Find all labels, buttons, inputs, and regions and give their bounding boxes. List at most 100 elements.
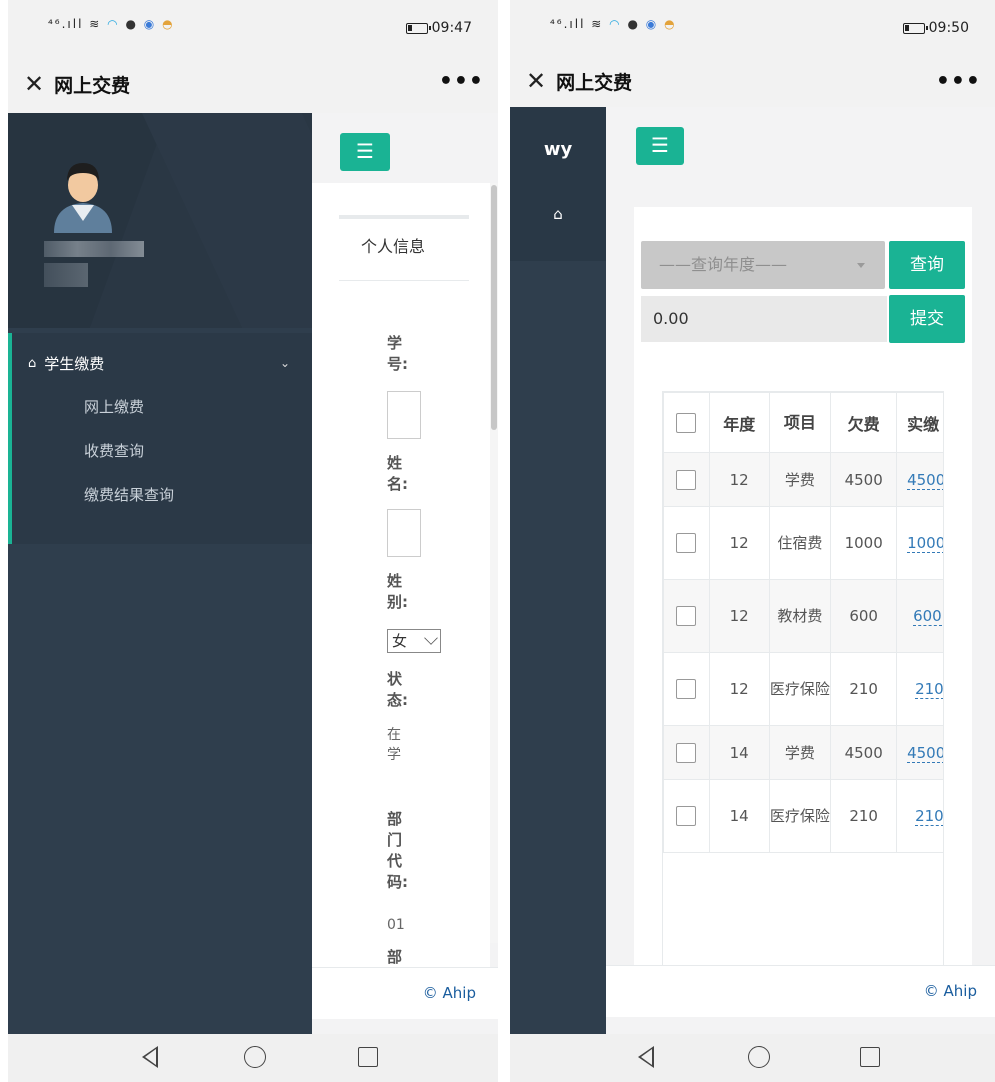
col-header-owed: 欠费 <box>830 392 898 453</box>
dept-code-value: 01 <box>387 917 405 933</box>
menu-icon: ☰ <box>356 139 374 163</box>
personal-info-card: 个人信息 学 号: 姓 名: 姓 别: 女 状 态: 在 学 部 门 代 码: … <box>339 215 469 995</box>
cell-owed: 600 <box>830 579 898 653</box>
avatar[interactable] <box>50 155 116 233</box>
system-nav-bar <box>510 1034 995 1082</box>
row-checkbox[interactable] <box>676 533 697 553</box>
cell-paid-editable[interactable]: 1000 <box>907 534 943 553</box>
cell-year: 14 <box>708 779 770 853</box>
row-checkbox[interactable] <box>676 742 697 763</box>
page-title: 网上交费 <box>556 71 633 94</box>
amount-field[interactable]: 0.00 <box>641 296 887 342</box>
cell-owed: 210 <box>830 652 898 726</box>
signal-icon: ⁴⁶.ıll <box>48 17 84 31</box>
row-checkbox[interactable] <box>676 806 697 826</box>
more-icon[interactable]: ••• <box>936 69 981 94</box>
app-icon-2: ◓ <box>664 17 677 31</box>
more-icon[interactable]: ••• <box>439 69 484 94</box>
menu-item-fee-query[interactable]: 收费查询 <box>12 429 312 473</box>
menu-item-payment-result[interactable]: 缴费结果查询 <box>12 473 312 517</box>
query-button[interactable]: 查询 <box>889 241 965 289</box>
main-content: ☰ 个人信息 学 号: 姓 名: 姓 别: 女 状 态: 在 学 部 门 代 码… <box>312 113 498 1034</box>
menu-toggle-button[interactable]: ☰ <box>636 127 684 165</box>
cell-paid-editable[interactable]: 4500 <box>907 743 943 763</box>
cell-item: 教材费 <box>768 579 832 653</box>
clock: 09:50 <box>928 20 969 36</box>
circle-home-icon[interactable] <box>244 1046 266 1068</box>
student-no-field[interactable] <box>387 391 421 439</box>
caret-down-icon <box>857 263 865 268</box>
cell-owed: 4500 <box>830 725 898 780</box>
cell-owed: 1000 <box>830 506 898 580</box>
footer-copyright[interactable]: © Ahip <box>924 982 977 1000</box>
footer-copyright[interactable]: © Ahip <box>423 984 476 1002</box>
back-icon[interactable] <box>142 1046 158 1068</box>
status-label: 状 态: <box>387 670 408 709</box>
battery-icon <box>902 22 928 34</box>
home-icon: ⌂ <box>28 355 37 371</box>
cell-paid-editable[interactable]: 210 <box>915 807 943 826</box>
square-recent-icon[interactable] <box>860 1047 880 1067</box>
menu-section-student-fees[interactable]: ⌂ 学生缴费 ⌄ <box>12 341 312 385</box>
menu-section-label: 学生缴费 <box>44 354 105 373</box>
side-menu: ⌂ 学生缴费 ⌄ 网上缴费 收费查询 缴费结果查询 <box>8 333 312 544</box>
year-select[interactable]: ——查询年度—— <box>641 241 885 289</box>
cell-paid-editable[interactable]: 210 <box>915 680 943 699</box>
cell-year: 12 <box>708 506 770 580</box>
close-icon[interactable]: ✕ <box>526 69 546 93</box>
cell-item: 学费 <box>768 725 832 780</box>
chevron-down-icon <box>424 631 438 645</box>
circle-home-icon[interactable] <box>748 1046 770 1068</box>
menu-icon: ☰ <box>651 133 669 157</box>
close-icon[interactable]: ✕ <box>24 72 44 96</box>
status-icons: ⁴⁶.ıll ≋ ◠ ● ◉ ◓ <box>48 17 175 31</box>
cell-item: 住宿费 <box>768 506 832 580</box>
table-row: 12 教材费 600 600 <box>663 579 943 653</box>
brand-logo[interactable]: wy <box>510 107 606 193</box>
cell-paid-editable[interactable]: 4500 <box>907 470 943 490</box>
scrollbar-thumb[interactable] <box>491 185 497 430</box>
name-field[interactable] <box>387 509 421 557</box>
dept-code-label: 部 门 代 码: <box>387 810 408 891</box>
chat-icon: ● <box>627 17 640 31</box>
app-icon-2: ◓ <box>162 17 175 31</box>
sync-icon: ◠ <box>107 17 120 31</box>
main-content: ☰ ——查询年度—— 查询 0.00 提交 年度 项目 欠费 实缴 12 学费 … <box>606 107 995 1034</box>
menu-toggle-button[interactable]: ☰ <box>340 133 390 171</box>
row-checkbox[interactable] <box>676 469 697 490</box>
sync-icon: ◠ <box>609 17 622 31</box>
clock: 09:47 <box>431 20 472 36</box>
gender-value: 女 <box>392 632 408 650</box>
gender-label: 姓 别: <box>387 572 408 611</box>
student-no-label: 学 号: <box>387 334 408 373</box>
square-recent-icon[interactable] <box>358 1047 378 1067</box>
col-header-item: 项目 <box>768 392 832 453</box>
cell-item: 医疗保险 <box>768 652 832 726</box>
table-row: 14 医疗保险 210 210 <box>663 779 943 853</box>
row-checkbox[interactable] <box>676 606 697 626</box>
back-icon[interactable] <box>638 1046 654 1068</box>
profile-panel <box>8 113 312 328</box>
submit-button[interactable]: 提交 <box>889 295 965 343</box>
row-checkbox[interactable] <box>676 679 697 699</box>
gender-select[interactable]: 女 <box>387 629 441 653</box>
sidebar: ⌂ 学生缴费 ⌄ 网上缴费 收费查询 缴费结果查询 <box>8 113 312 1034</box>
wifi-icon: ≋ <box>591 17 604 31</box>
signal-icon: ⁴⁶.ıll <box>550 17 586 31</box>
home-icon[interactable]: ⌂ <box>510 193 606 261</box>
footer: © Ahip <box>606 965 995 1017</box>
select-all-cell <box>663 392 710 453</box>
cell-item: 医疗保险 <box>768 779 832 853</box>
cell-year: 14 <box>708 725 770 780</box>
name-label: 姓 名: <box>387 454 408 493</box>
fees-table: 年度 项目 欠费 实缴 12 学费 4500 4500 12 住宿费 1000 … <box>662 391 944 987</box>
cell-paid-editable[interactable]: 600 <box>913 607 942 626</box>
col-header-paid: 实缴 <box>896 392 943 453</box>
system-nav-bar <box>8 1034 498 1082</box>
right-phone-screen: ⁴⁶.ıll ≋ ◠ ● ◉ ◓ 09:50 ✕ 网上交费 ••• wy ⌂ ☰… <box>510 0 995 1082</box>
col-header-year: 年度 <box>708 392 770 453</box>
sidebar: wy ⌂ <box>510 107 606 1034</box>
menu-item-online-payment[interactable]: 网上缴费 <box>12 385 312 429</box>
select-all-checkbox[interactable] <box>676 412 697 433</box>
status-bar: ⁴⁶.ıll ≋ ◠ ● ◉ ◓ 09:50 <box>510 0 995 55</box>
